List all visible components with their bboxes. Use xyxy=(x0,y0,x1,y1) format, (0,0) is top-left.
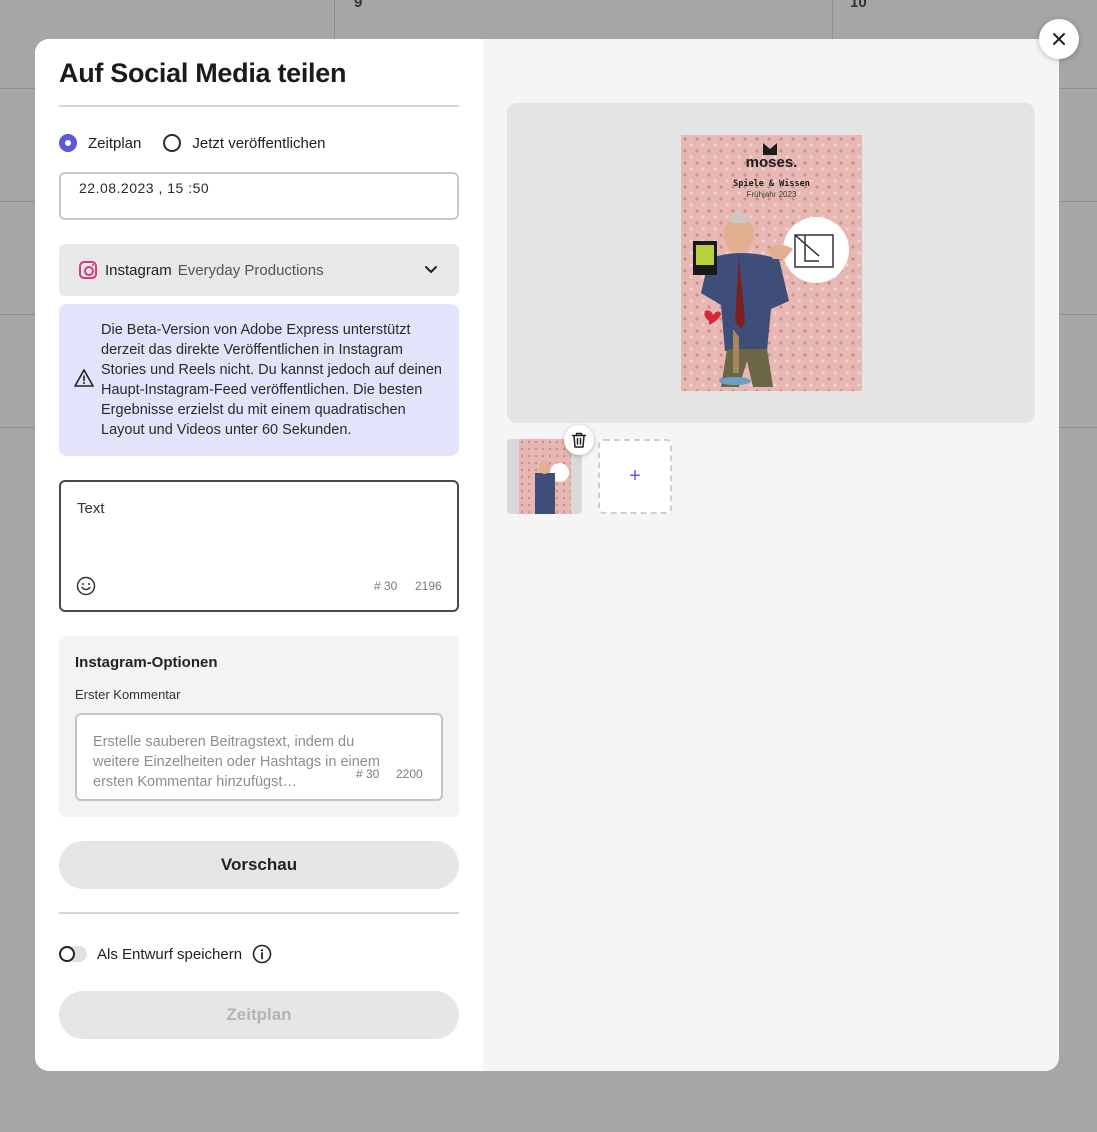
first-comment-placeholder: Erstelle sauberen Beitragstext, indem du… xyxy=(93,734,380,790)
caption-placeholder: Text xyxy=(77,500,105,517)
account-dropdown[interactable]: Instagram Everyday Productions xyxy=(59,244,459,296)
instagram-options-title: Instagram-Optionen xyxy=(75,654,218,671)
schedule-button[interactable]: Zeitplan xyxy=(59,991,459,1039)
radio-publish-now[interactable] xyxy=(163,134,182,152)
emoji-icon[interactable] xyxy=(76,576,96,596)
draft-toggle-row: Als Entwurf speichern xyxy=(59,944,272,964)
radio-option-publish-now[interactable]: Jetzt veröffentlichen xyxy=(163,134,326,152)
comment-char-counter: 2200 xyxy=(396,767,423,781)
radio-schedule[interactable] xyxy=(59,134,77,152)
caption-char-counter: 2196 xyxy=(415,579,442,593)
trash-icon xyxy=(571,432,587,448)
media-panel: moses. Spiele & Wissen Frühjahr 2023 + xyxy=(483,39,1059,1071)
media-preview: moses. Spiele & Wissen Frühjahr 2023 xyxy=(507,103,1035,423)
beta-notice-text: Die Beta-Version von Adobe Express unter… xyxy=(101,322,442,438)
instagram-options: Instagram-Optionen Erster Kommentar Erst… xyxy=(59,636,459,817)
dialog-title: Auf Social Media teilen xyxy=(59,58,347,88)
info-icon[interactable] xyxy=(252,944,272,964)
close-icon xyxy=(1053,33,1065,45)
first-comment-label: Erster Kommentar xyxy=(75,687,181,702)
datetime-input[interactable]: 22.08.2023 , 15 :50 xyxy=(59,172,459,220)
first-comment-input[interactable]: Erstelle sauberen Beitragstext, indem du… xyxy=(75,713,443,801)
draft-toggle[interactable] xyxy=(59,946,87,962)
calendar-day-number: 9 xyxy=(354,0,363,11)
poster-season: Frühjahr 2023 xyxy=(746,190,797,199)
warning-icon xyxy=(74,369,94,387)
add-media-button[interactable]: + xyxy=(598,439,672,514)
poster-subtitle: Spiele & Wissen xyxy=(733,179,810,189)
beta-notice: Die Beta-Version von Adobe Express unter… xyxy=(59,304,459,456)
divider xyxy=(59,912,459,914)
settings-panel: Auf Social Media teilen Zeitplan Jetzt v… xyxy=(35,39,483,1071)
instagram-icon xyxy=(79,261,97,279)
account-service: Instagram xyxy=(105,261,172,279)
share-dialog: Auf Social Media teilen Zeitplan Jetzt v… xyxy=(35,39,1059,1071)
caption-hashtag-counter: # 30 xyxy=(374,579,398,593)
poster-artwork xyxy=(693,212,849,387)
calendar-day-number: 10 xyxy=(850,0,867,11)
thumbnail-image xyxy=(519,439,571,514)
chevron-down-icon xyxy=(425,266,437,273)
plus-icon: + xyxy=(629,465,641,487)
preview-button[interactable]: Vorschau xyxy=(59,841,459,889)
divider xyxy=(59,105,459,107)
radio-option-schedule[interactable]: Zeitplan xyxy=(59,134,141,152)
radio-publish-now-label: Jetzt veröffentlichen xyxy=(192,134,326,152)
poster-brand: moses. xyxy=(745,154,798,171)
toggle-knob xyxy=(59,946,75,962)
account-name: Everyday Productions xyxy=(177,261,324,279)
publish-mode-radio-group: Zeitplan Jetzt veröffentlichen xyxy=(59,134,348,152)
comment-hashtag-counter: # 30 xyxy=(356,767,380,781)
poster-image: moses. Spiele & Wissen Frühjahr 2023 xyxy=(681,135,862,391)
close-button[interactable] xyxy=(1039,19,1079,59)
draft-toggle-label: Als Entwurf speichern xyxy=(97,945,243,963)
caption-textarea[interactable]: Text # 30 2196 xyxy=(59,480,459,612)
delete-media-button[interactable] xyxy=(564,425,594,455)
radio-schedule-label: Zeitplan xyxy=(88,134,142,152)
